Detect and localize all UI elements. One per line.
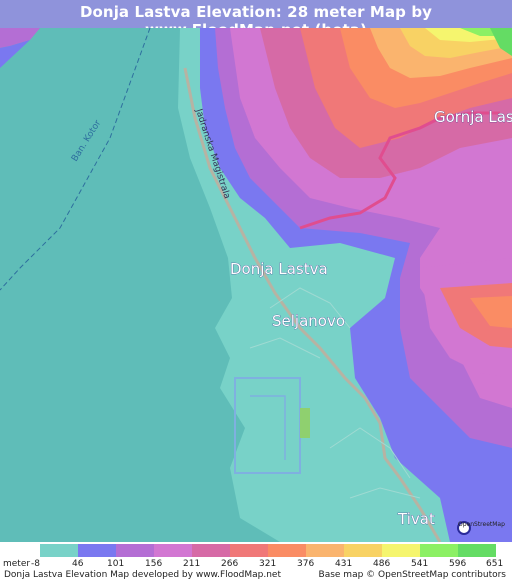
map-header: Donja Lastva Elevation: 28 meter Map by … [0,0,512,39]
legend-swatch [230,544,268,557]
legend-swatch [192,544,230,557]
legend-tick: 431 [335,559,353,569]
map-footer: Donja Lastva Elevation Map developed by … [0,570,512,582]
legend-color-bar [40,544,496,557]
credit-osm-link[interactable]: Base map © OpenStreetMap contributors [319,570,506,580]
legend-swatch [306,544,344,557]
place-gornja-lastva: Gornja Lastva [434,108,512,126]
legend-swatch [40,544,78,557]
legend-swatch [154,544,192,557]
legend-tick: 46 [72,559,84,569]
legend-swatch [344,544,382,557]
legend-tick: 101 [107,559,125,569]
legend-swatch [78,544,116,557]
legend-tick: 266 [221,559,239,569]
legend-tick: 651 [486,559,504,569]
elevation-map[interactable]: Donja Lastva Seljanovo Tivat Gornja Last… [0,28,512,542]
credit-floodmap-link[interactable]: Donja Lastva Elevation Map developed by … [4,570,281,580]
osm-badge: OpenStreetMap [458,521,505,528]
legend-tick: 486 [373,559,391,569]
legend-tick: 321 [259,559,277,569]
place-seljanovo: Seljanovo [272,312,345,330]
legend-tick: 596 [449,559,467,569]
park-area [300,408,310,438]
place-tivat: Tivat [397,510,435,528]
legend-tick: 541 [411,559,429,569]
legend-swatch [116,544,154,557]
legend-swatch [268,544,306,557]
legend-swatch [420,544,458,557]
map-canvas: Donja Lastva Seljanovo Tivat Gornja Last… [0,28,512,542]
legend-swatch [382,544,420,557]
place-donja-lastva: Donja Lastva [230,260,328,278]
legend-tick: 156 [145,559,163,569]
legend-tick: 211 [183,559,201,569]
legend-tick: -8 [31,559,40,569]
legend-swatch [458,544,496,557]
legend-tick: 376 [297,559,315,569]
